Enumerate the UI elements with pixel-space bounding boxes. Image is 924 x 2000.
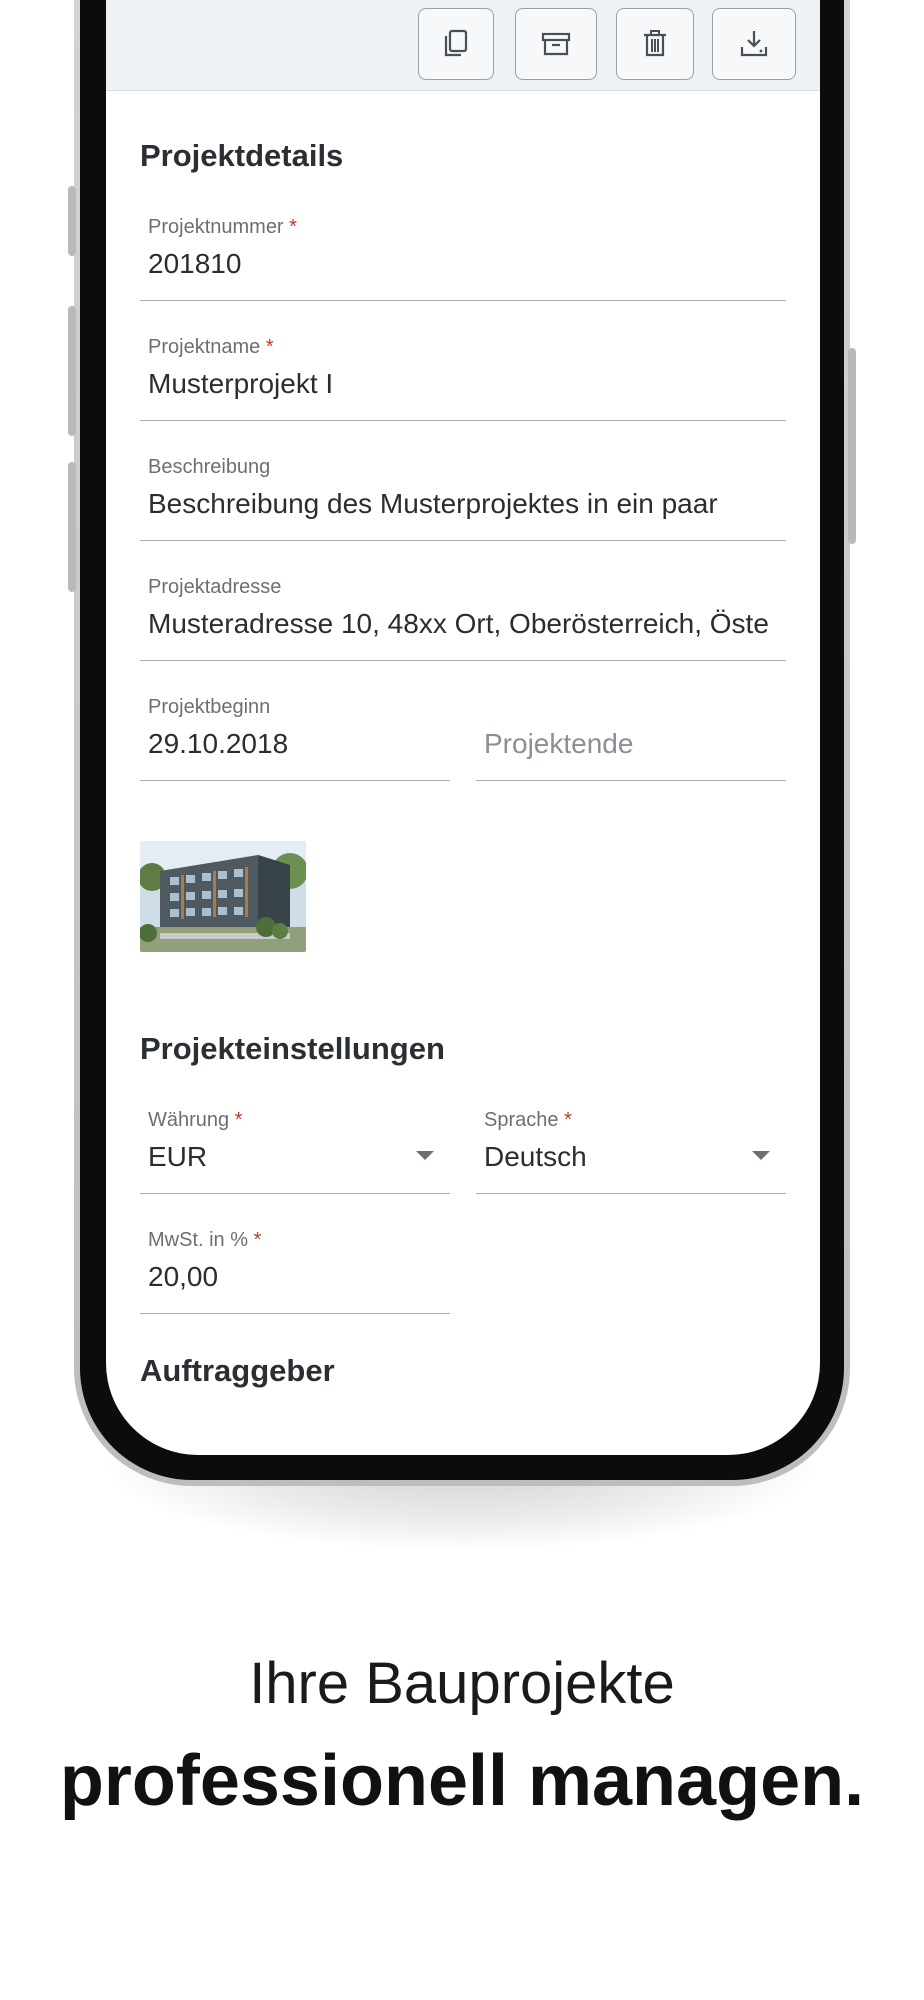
download-button[interactable] [712, 8, 796, 80]
project-address-field[interactable]: Projektadresse Musteradresse 10, 48xx Or… [140, 560, 786, 661]
copy-icon [444, 29, 468, 57]
volume-up-button [68, 306, 76, 436]
currency-select[interactable]: Währung * EUR [140, 1093, 450, 1194]
project-name-label: Projektname * [148, 336, 274, 358]
language-label: Sprache * [484, 1109, 572, 1131]
trash-icon [644, 30, 666, 57]
copy-button[interactable] [418, 8, 494, 80]
language-value: Deutsch [484, 1141, 587, 1172]
description-label: Beschreibung [148, 456, 271, 478]
required-asterisk: * [253, 1229, 262, 1251]
required-asterisk: * [289, 216, 297, 238]
project-address-label: Projektadresse [148, 576, 282, 598]
project-end-placeholder: Projektende [484, 728, 634, 759]
required-asterisk: * [234, 1109, 243, 1131]
archive-button[interactable] [515, 8, 597, 80]
currency-value: EUR [148, 1141, 208, 1172]
description-value: Beschreibung des Musterprojektes in ein … [148, 488, 718, 519]
description-field[interactable]: Beschreibung Beschreibung des Musterproj… [140, 440, 786, 541]
currency-label: Währung * [148, 1109, 243, 1131]
project-name-field[interactable]: Projektname * Musterprojekt I [140, 320, 786, 421]
project-start-field[interactable]: Projektbeginn 29.10.2018 [140, 680, 450, 781]
volume-down-button [68, 462, 76, 592]
project-start-label: Projektbeginn [148, 696, 271, 718]
project-photo[interactable] [140, 841, 306, 952]
vat-label: MwSt. in % * [148, 1229, 262, 1251]
chevron-down-icon [416, 1151, 434, 1160]
required-asterisk: * [564, 1109, 572, 1131]
building-image [140, 841, 306, 952]
vat-field[interactable]: MwSt. in % * 20,00 [140, 1213, 450, 1314]
project-number-label: Projektnummer * [148, 216, 297, 238]
project-address-value: Musteradresse 10, 48xx Ort, Oberösterrei… [148, 608, 770, 639]
project-start-value: 29.10.2018 [148, 728, 289, 759]
language-select[interactable]: Sprache * Deutsch [476, 1093, 786, 1194]
tagline-line-2: professionell managen. [59, 1741, 865, 1821]
power-button [848, 348, 856, 544]
archive-icon [541, 32, 571, 56]
app-store-screenshot: Projektdetails Projektnummer * 201810 Pr… [0, 0, 924, 2000]
project-end-field[interactable]: Projektende [476, 680, 786, 781]
download-icon [740, 31, 768, 57]
project-number-field[interactable]: Projektnummer * 201810 [140, 200, 786, 301]
project-name-value: Musterprojekt I [148, 368, 334, 399]
required-asterisk: * [265, 336, 274, 358]
section-title-project-settings: Projekteinstellungen [140, 1031, 445, 1066]
chevron-down-icon [752, 1151, 770, 1160]
section-title-project-details: Projektdetails [140, 138, 344, 173]
phone-screen: Projektdetails Projektnummer * 201810 Pr… [106, 0, 820, 1455]
tagline-line-1: Ihre Bauprojekte [249, 1651, 675, 1716]
mute-switch [68, 186, 76, 256]
project-number-value: 201810 [148, 248, 242, 279]
vat-value: 20,00 [148, 1261, 219, 1292]
delete-button[interactable] [616, 8, 694, 80]
action-toolbar [106, 0, 820, 91]
section-title-client: Auftraggeber [140, 1353, 335, 1388]
